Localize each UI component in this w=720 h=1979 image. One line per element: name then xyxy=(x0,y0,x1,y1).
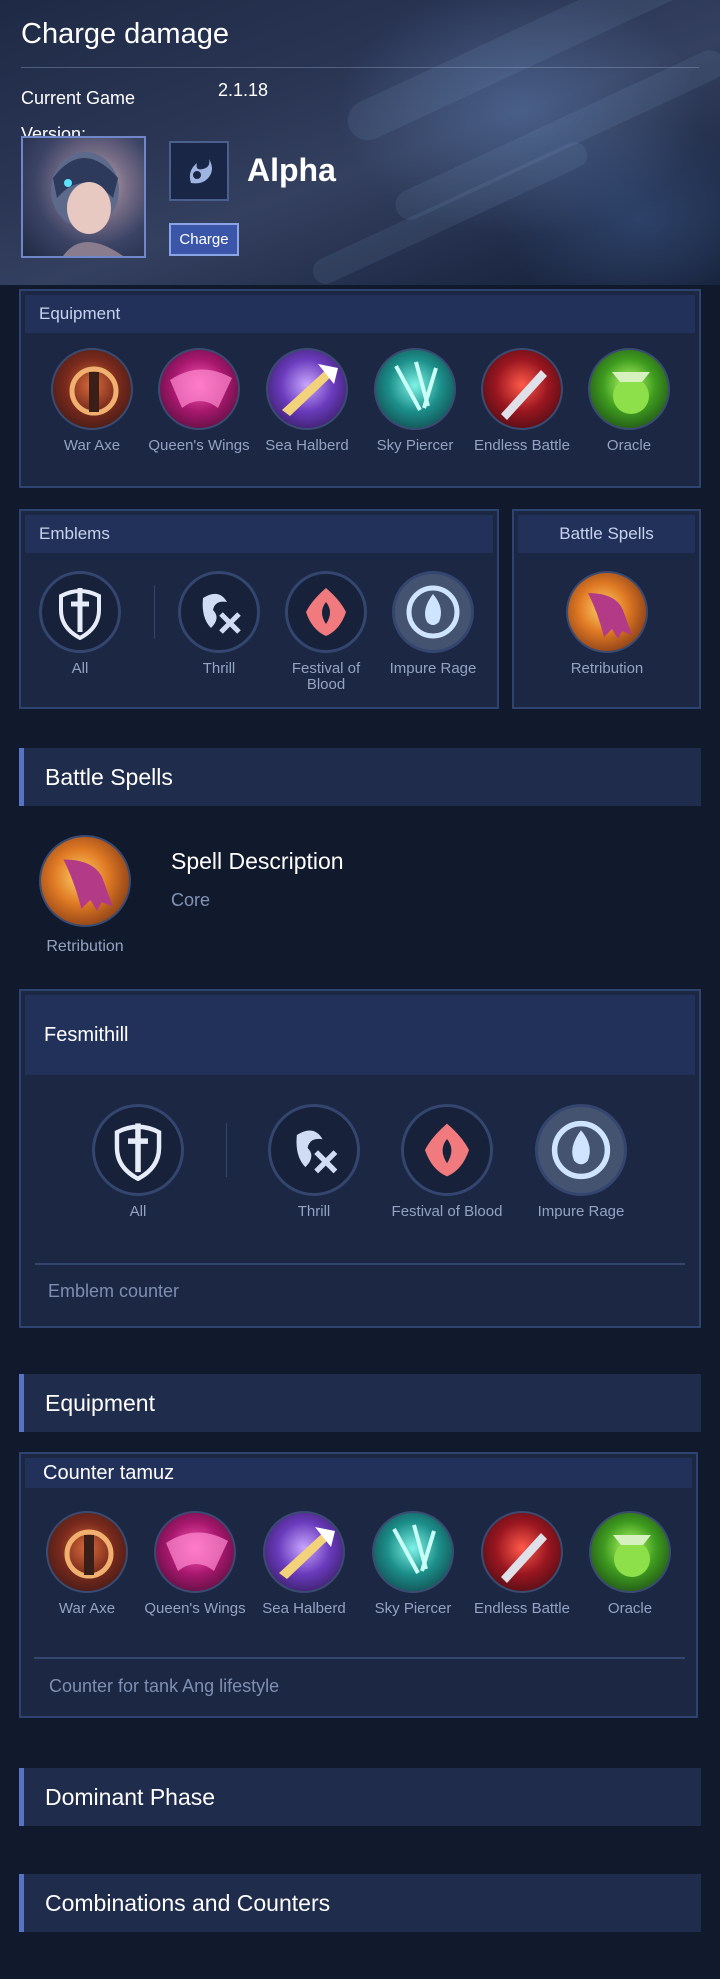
equipment-build-note: Counter for tank Ang lifestyle xyxy=(49,1676,280,1696)
oracle-icon xyxy=(588,348,670,430)
emblem-main[interactable]: All xyxy=(73,1104,203,1220)
item-label: Sea Halberd xyxy=(262,1600,346,1617)
talent-label: Thrill xyxy=(297,1203,331,1220)
item-label: Endless Battle xyxy=(474,437,570,454)
item-war-axe[interactable]: War Axe xyxy=(32,1511,142,1617)
page-title: Charge damage xyxy=(21,18,229,50)
emblem-all-icon xyxy=(92,1104,184,1196)
equipment-build-title: Counter tamuz xyxy=(25,1458,692,1488)
divider xyxy=(21,67,699,68)
hero-role-icon xyxy=(169,141,229,201)
item-sea-halberd[interactable]: Sea Halberd xyxy=(252,348,362,454)
equipment-panel-title: Equipment xyxy=(25,295,695,333)
spell-description-subtitle: Core xyxy=(171,890,211,910)
divider xyxy=(226,1123,227,1177)
spell-retribution-detail[interactable]: Retribution xyxy=(30,835,140,955)
talent-label: Thrill xyxy=(202,660,236,677)
section-header-dominant-phase[interactable]: Dominant Phase xyxy=(19,1768,701,1826)
item-queens-wings[interactable]: Queen's Wings xyxy=(144,348,254,454)
emblems-panel-title: Emblems xyxy=(25,515,493,553)
hero-portrait[interactable] xyxy=(21,136,146,258)
queens-wings-icon xyxy=(154,1511,236,1593)
item-oracle[interactable]: Oracle xyxy=(575,1511,685,1617)
equipment-panel: Equipment War Axe Queen's Wings Sea Halb… xyxy=(19,289,701,488)
spells-panel-title: Battle Spells xyxy=(518,515,695,553)
thrill-icon xyxy=(268,1104,360,1196)
impure-rage-icon xyxy=(392,571,474,653)
item-label: Oracle xyxy=(606,437,652,454)
item-label: War Axe xyxy=(58,1600,116,1617)
spell-label: Retribution xyxy=(46,938,124,955)
talent-thrill[interactable]: Thrill xyxy=(164,571,274,677)
sky-piercer-icon xyxy=(372,1511,454,1593)
item-war-axe[interactable]: War Axe xyxy=(37,348,147,454)
section-header-battle-spells: Battle Spells xyxy=(19,748,701,806)
spell-label: Retribution xyxy=(570,660,644,677)
section-header-combinations-counters[interactable]: Combinations and Counters xyxy=(19,1874,701,1932)
emblem-build-panel: Fesmithill All Thrill Festival of Blood … xyxy=(19,989,701,1328)
sky-piercer-icon xyxy=(374,348,456,430)
item-endless-battle[interactable]: Endless Battle xyxy=(467,1511,577,1617)
item-label: Sea Halberd xyxy=(265,437,349,454)
festival-of-blood-icon xyxy=(285,571,367,653)
hero-tag-button[interactable]: Charge xyxy=(169,223,239,256)
item-label: Queen's Wings xyxy=(148,437,250,454)
emblem-all-icon xyxy=(39,571,121,653)
emblem-build-note: Emblem counter xyxy=(48,1281,180,1301)
sea-halberd-icon xyxy=(263,1511,345,1593)
talent-impure-rage[interactable]: Impure Rage xyxy=(516,1104,646,1220)
retribution-icon xyxy=(39,835,131,927)
item-sky-piercer[interactable]: Sky Piercer xyxy=(360,348,470,454)
item-label: Queen's Wings xyxy=(144,1600,246,1617)
emblem-label: All xyxy=(71,660,89,677)
talent-label: Festival of Blood xyxy=(291,660,361,693)
item-sky-piercer[interactable]: Sky Piercer xyxy=(358,1511,468,1617)
version-value: 2.1.18 xyxy=(218,80,269,100)
sea-halberd-icon xyxy=(266,348,348,430)
war-axe-icon xyxy=(51,348,133,430)
emblem-label: All xyxy=(129,1203,147,1220)
talent-label: Impure Rage xyxy=(537,1203,625,1220)
festival-of-blood-icon xyxy=(401,1104,493,1196)
talent-label: Festival of Blood xyxy=(391,1203,503,1220)
queens-wings-icon xyxy=(158,348,240,430)
hero-art-streak xyxy=(308,137,592,285)
hero-name: Alpha xyxy=(247,152,336,188)
spell-description-title: Spell Description xyxy=(171,848,344,874)
talent-impure-rage[interactable]: Impure Rage xyxy=(378,571,488,677)
item-label: Endless Battle xyxy=(474,1600,570,1617)
item-endless-battle[interactable]: Endless Battle xyxy=(467,348,577,454)
divider xyxy=(34,1657,685,1659)
thrill-icon xyxy=(178,571,260,653)
item-oracle[interactable]: Oracle xyxy=(574,348,684,454)
emblem-build-title: Fesmithill xyxy=(25,995,695,1075)
divider xyxy=(154,585,155,639)
hero-banner: Charge damage Current Game Version: 2.1.… xyxy=(0,0,720,285)
item-label: War Axe xyxy=(63,437,121,454)
item-sea-halberd[interactable]: Sea Halberd xyxy=(249,1511,359,1617)
item-label: Sky Piercer xyxy=(376,437,454,454)
item-label: Sky Piercer xyxy=(374,1600,452,1617)
endless-battle-icon xyxy=(481,1511,563,1593)
spell-retribution[interactable]: Retribution xyxy=(552,571,662,677)
spells-panel: Battle Spells Retribution xyxy=(512,509,701,709)
emblems-panel: Emblems All Thrill Festival of Blood Imp… xyxy=(19,509,499,709)
talent-thrill[interactable]: Thrill xyxy=(249,1104,379,1220)
equipment-build-panel: Counter tamuz War Axe Queen's Wings Sea … xyxy=(19,1452,698,1718)
oracle-icon xyxy=(589,1511,671,1593)
emblem-main[interactable]: All xyxy=(25,571,135,677)
endless-battle-icon xyxy=(481,348,563,430)
divider xyxy=(35,1263,685,1265)
item-queens-wings[interactable]: Queen's Wings xyxy=(140,1511,250,1617)
retribution-icon xyxy=(566,571,648,653)
impure-rage-icon xyxy=(535,1104,627,1196)
hero-portrait-art xyxy=(51,152,123,256)
talent-festival-of-blood[interactable]: Festival of Blood xyxy=(382,1104,512,1220)
item-label: Oracle xyxy=(607,1600,653,1617)
section-header-equipment: Equipment xyxy=(19,1374,701,1432)
talent-label: Impure Rage xyxy=(389,660,477,677)
war-axe-icon xyxy=(46,1511,128,1593)
talent-festival-of-blood[interactable]: Festival of Blood xyxy=(271,571,381,693)
